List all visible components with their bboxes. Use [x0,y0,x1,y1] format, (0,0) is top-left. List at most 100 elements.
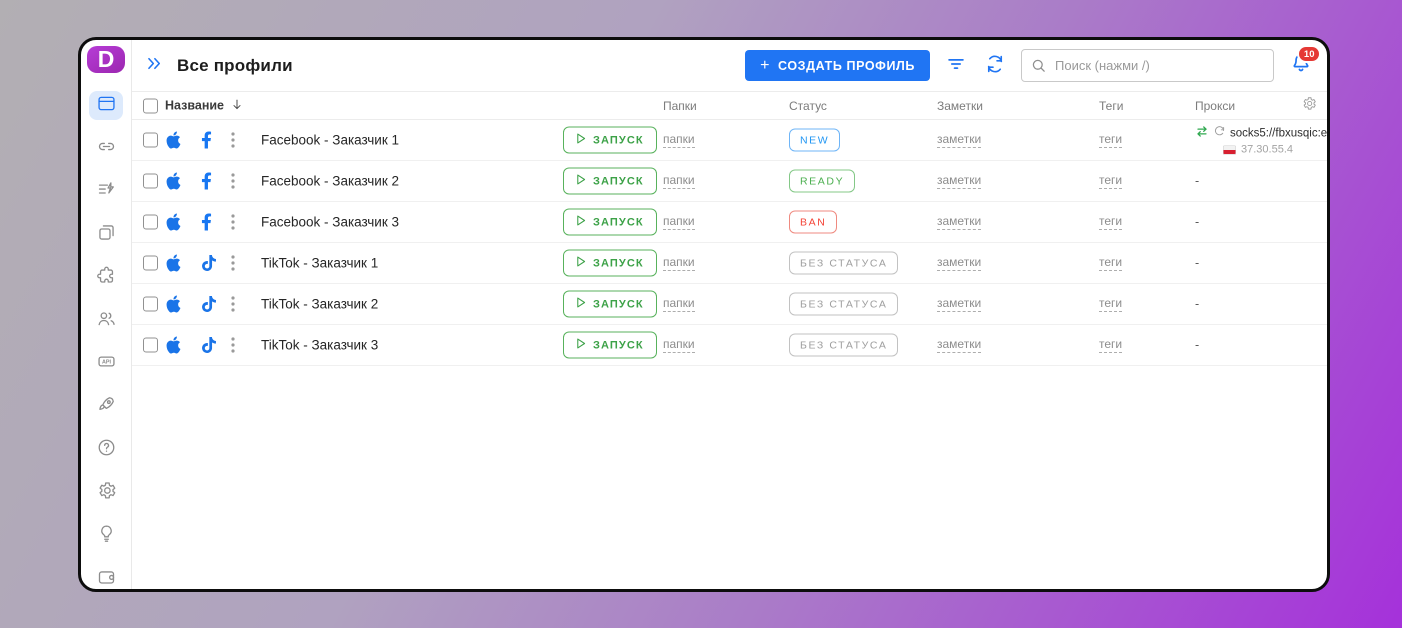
row-checkbox[interactable] [143,297,158,312]
create-profile-button[interactable]: + СОЗДАТЬ ПРОФИЛЬ [745,50,930,81]
search-input[interactable] [1021,49,1274,82]
folders-placeholder[interactable]: папки [663,337,695,353]
sidebar: D API [81,40,132,589]
sort-desc-arrow-icon[interactable] [230,97,244,114]
filter-button[interactable] [943,51,969,80]
api-icon-label: API [101,359,111,365]
column-folders: Папки [663,99,697,113]
tags-placeholder[interactable]: теги [1099,337,1122,353]
notes-placeholder[interactable]: заметки [937,173,981,189]
row-menu-button[interactable] [231,296,235,312]
run-profile-button[interactable]: ЗАПУСК [563,332,657,359]
notes-placeholder[interactable]: заметки [937,255,981,271]
status-badge[interactable]: БЕЗ СТАТУСА [789,252,898,275]
tags-placeholder[interactable]: теги [1099,296,1122,312]
run-profile-button[interactable]: ЗАПУСК [563,209,657,236]
apple-icon [165,173,182,190]
table-row[interactable]: Facebook - Заказчик 1 ЗАПУСК папки NEW з… [132,120,1327,161]
proxy-cell[interactable]: socks5://fbxusqic:eulr 37.30.55.4 [1195,125,1327,156]
sidebar-item-settings[interactable] [89,478,123,507]
run-profile-button[interactable]: ЗАПУСК [563,127,657,154]
profile-name[interactable]: Facebook - Заказчик 1 [261,133,399,148]
plus-icon: + [760,58,770,74]
profile-name[interactable]: TikTok - Заказчик 1 [261,256,378,271]
gear-icon [1301,95,1317,116]
table-row[interactable]: Facebook - Заказчик 3 ЗАПУСК папки BAN з… [132,202,1327,243]
sidebar-item-pages[interactable] [89,220,123,249]
row-checkbox[interactable] [143,133,158,148]
tags-placeholder[interactable]: теги [1099,214,1122,230]
table-row[interactable]: TikTok - Заказчик 1 ЗАПУСК папки БЕЗ СТА… [132,243,1327,284]
play-icon [576,297,586,312]
tags-placeholder[interactable]: теги [1099,173,1122,189]
wallet-icon [96,566,117,592]
sidebar-item-extensions[interactable] [89,263,123,292]
folders-placeholder[interactable]: папки [663,296,695,312]
sidebar-item-proxy[interactable] [89,134,123,163]
folders-placeholder[interactable]: папки [663,132,695,148]
status-badge[interactable]: БЕЗ СТАТУСА [789,293,898,316]
tiktok-icon [201,255,217,272]
sidebar-item-api[interactable]: API [89,349,123,378]
table-row[interactable]: TikTok - Заказчик 2 ЗАПУСК папки БЕЗ СТА… [132,284,1327,325]
run-profile-button[interactable]: ЗАПУСК [563,250,657,277]
app-logo[interactable]: D [87,46,125,73]
status-badge[interactable]: BAN [789,211,837,234]
app-window: D API [78,37,1330,592]
sidebar-item-help[interactable] [89,435,123,464]
notes-placeholder[interactable]: заметки [937,337,981,353]
table-row[interactable]: TikTok - Заказчик 3 ЗАПУСК папки БЕЗ СТА… [132,325,1327,366]
logo-letter: D [98,46,115,73]
tags-placeholder[interactable]: теги [1099,255,1122,271]
notes-placeholder[interactable]: заметки [937,132,981,148]
profile-name[interactable]: Facebook - Заказчик 3 [261,215,399,230]
profile-name[interactable]: TikTok - Заказчик 2 [261,297,378,312]
status-badge[interactable]: READY [789,170,855,193]
gear-icon [96,480,117,506]
profile-name[interactable]: Facebook - Заказчик 2 [261,174,399,189]
column-proxy: Прокси [1195,99,1235,113]
row-checkbox[interactable] [143,174,158,189]
puzzle-icon [96,265,117,291]
profile-name[interactable]: TikTok - Заказчик 3 [261,338,378,353]
status-badge[interactable]: БЕЗ СТАТУСА [789,334,898,357]
notifications-button[interactable]: 10 [1289,51,1313,80]
run-profile-button[interactable]: ЗАПУСК [563,168,657,195]
double-chevron-right-icon [145,54,164,78]
sidebar-item-ideas[interactable] [89,521,123,550]
table-row[interactable]: Facebook - Заказчик 2 ЗАПУСК папки READY… [132,161,1327,202]
row-menu-button[interactable] [231,132,235,148]
status-badge[interactable]: NEW [789,129,840,152]
row-menu-button[interactable] [231,337,235,353]
proxy-url: socks5://fbxusqic:eulr [1230,128,1327,140]
row-checkbox[interactable] [143,215,158,230]
row-menu-button[interactable] [231,255,235,271]
row-menu-button[interactable] [231,173,235,189]
desktop-background: { "header": { "title": "Все профили", "c… [0,0,1402,628]
column-name[interactable]: Название [165,97,244,114]
select-all-checkbox[interactable] [143,98,158,113]
row-checkbox[interactable] [143,338,158,353]
sidebar-item-team[interactable] [89,306,123,335]
sidebar-item-rocket[interactable] [89,392,123,421]
sidebar-item-profiles[interactable] [89,91,123,120]
folders-placeholder[interactable]: папки [663,214,695,230]
folders-placeholder[interactable]: папки [663,255,695,271]
sidebar-collapse-button[interactable] [145,54,164,78]
run-profile-button[interactable]: ЗАПУСК [563,291,657,318]
rotate-proxy-icon[interactable] [1213,125,1226,143]
table-settings-button[interactable] [1301,95,1317,116]
proxy-empty: - [1195,215,1199,229]
question-icon [96,437,117,463]
notes-placeholder[interactable]: заметки [937,296,981,312]
row-checkbox[interactable] [143,256,158,271]
folders-placeholder[interactable]: папки [663,173,695,189]
sidebar-item-automation[interactable] [89,177,123,206]
refresh-button[interactable] [982,51,1008,80]
notes-placeholder[interactable]: заметки [937,214,981,230]
proxy-empty: - [1195,256,1199,270]
sidebar-item-wallet[interactable] [89,564,123,592]
play-icon [576,133,586,148]
row-menu-button[interactable] [231,214,235,230]
tags-placeholder[interactable]: теги [1099,132,1122,148]
